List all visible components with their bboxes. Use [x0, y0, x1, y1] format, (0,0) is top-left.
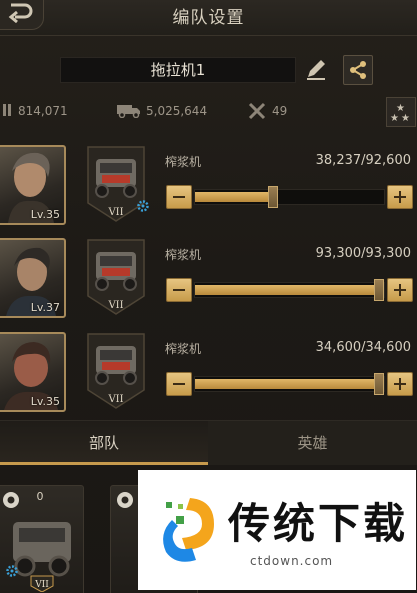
watermark-brand: 传统下载 [228, 499, 409, 548]
hero-level: Lv.37 [30, 301, 60, 314]
unit-name: 榨浆机 [165, 155, 202, 169]
hero-portrait[interactable]: Lv.35 [0, 145, 66, 225]
tire-icon [117, 492, 133, 508]
tab-bar: 部队 英雄 [0, 420, 417, 465]
stats-row: 814,071 5,025,644 49 [0, 96, 417, 130]
slider-fill [195, 192, 273, 202]
svg-text:★: ★ [390, 113, 399, 124]
vehicle-tier: VII [107, 394, 123, 405]
decrease-button[interactable] [166, 185, 192, 209]
troop-slider[interactable] [194, 279, 385, 301]
vehicle-tier: VII [107, 300, 123, 311]
squad-row: Lv.35 VII 榨浆机 38,237/92,600 [0, 145, 417, 229]
hero-level: Lv.35 [30, 395, 60, 408]
unit-name: 榨浆机 [165, 248, 202, 262]
share-icon [350, 61, 366, 79]
vehicle-icon: VII [87, 333, 145, 409]
slider-handle[interactable] [268, 186, 278, 208]
card-tier: VII [34, 580, 49, 590]
unit-hp: 93,300/93,300 [315, 246, 411, 261]
increase-button[interactable] [387, 278, 413, 302]
squad-row: Lv.37 VII 榨浆机 93,300/93,300 [0, 238, 417, 322]
vehicle-icon: VII [87, 239, 145, 315]
increase-button[interactable] [387, 372, 413, 396]
tab-heroes[interactable]: 英雄 [208, 421, 417, 465]
increase-button[interactable] [387, 185, 413, 209]
unit-card[interactable]: 0 VII [0, 485, 84, 593]
slider-fill [195, 285, 379, 295]
vehicle-emblem[interactable]: VII [86, 332, 146, 410]
unit-hp: 38,237/92,600 [315, 153, 411, 168]
vehicle-icon: VII [13, 522, 71, 592]
page-title: 编队设置 [172, 8, 245, 28]
unit-name: 榨浆机 [165, 342, 202, 356]
gear-icon [6, 565, 18, 577]
stars-icon: ★ ★ ★ [390, 103, 410, 124]
vehicle-tier: VII [107, 207, 123, 218]
unit-hp: 34,600/34,600 [315, 340, 411, 355]
ammo-icon [3, 104, 11, 116]
ammo-value: 814,071 [18, 104, 68, 118]
hero-portrait[interactable]: Lv.35 [0, 332, 66, 412]
header-bar: 编队设置 [0, 0, 417, 36]
tools-value: 49 [272, 104, 288, 118]
unit-count: 0 [36, 490, 44, 503]
share-button[interactable] [343, 55, 373, 85]
vehicle-emblem[interactable]: VII [86, 145, 149, 223]
decrease-button[interactable] [166, 278, 192, 302]
squad-setup-screen: 编队设置 拖拉机1 814,071 5,025,644 49 ★ ★ ★ Lv.… [0, 0, 417, 593]
watermark-logo [163, 498, 214, 562]
troop-slider[interactable] [194, 373, 385, 395]
troop-slider[interactable] [194, 186, 385, 208]
watermark-url: ctdown.com [250, 554, 334, 568]
pencil-icon [307, 60, 325, 80]
squad-row: Lv.35 VII 榨浆机 34,600/34,600 [0, 332, 417, 416]
svg-text:★: ★ [401, 113, 410, 124]
truck-icon [117, 105, 140, 118]
hero-portrait[interactable]: Lv.37 [0, 238, 66, 318]
watermark: 传统下载 ctdown.com [138, 470, 416, 590]
decrease-button[interactable] [166, 372, 192, 396]
slider-handle[interactable] [374, 373, 384, 395]
star-rating-button[interactable]: ★ ★ ★ [386, 97, 416, 127]
edit-name-button[interactable] [303, 58, 329, 82]
hero-level: Lv.35 [30, 208, 60, 221]
vehicle-emblem[interactable]: VII [86, 238, 146, 316]
truck-value: 5,025,644 [146, 104, 208, 118]
tab-troops[interactable]: 部队 [0, 421, 208, 465]
tools-icon [248, 102, 266, 120]
slider-handle[interactable] [374, 279, 384, 301]
squad-name-field[interactable]: 拖拉机1 [60, 57, 296, 83]
slider-fill [195, 379, 379, 389]
gear-icon [137, 200, 149, 212]
